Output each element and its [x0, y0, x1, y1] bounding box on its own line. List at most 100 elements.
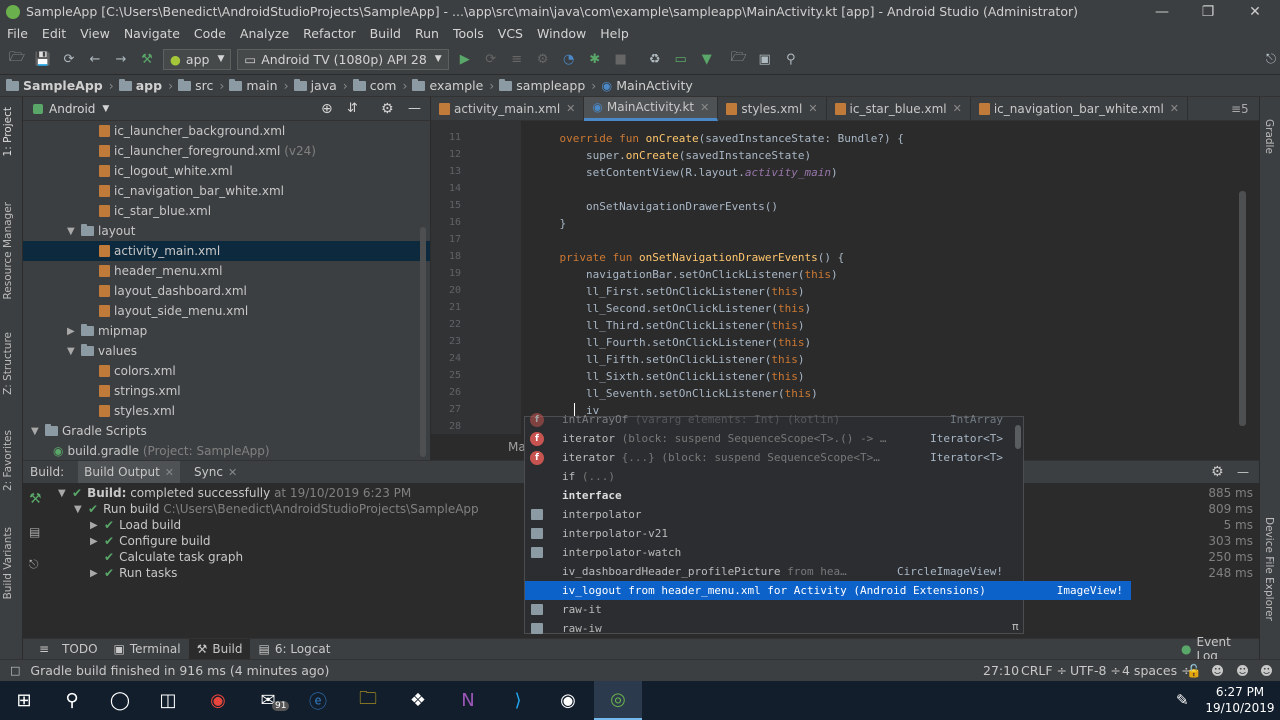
menu-build[interactable]: Build	[363, 26, 408, 41]
lock-icon[interactable]: 🔓	[1186, 663, 1202, 679]
project-tree-item[interactable]: strings.xml	[23, 381, 430, 401]
avd-manager-icon[interactable]: ▭	[670, 48, 692, 70]
completion-item[interactable]: raw-iw	[525, 619, 1023, 638]
hide-icon[interactable]: —	[408, 101, 421, 116]
completion-item[interactable]: interpolator-watch	[525, 543, 1023, 562]
project-tree-item[interactable]: ▶ mipmap	[23, 321, 430, 341]
build-status-row[interactable]: ▼ ✔ Build: completed successfully at 19/1…	[58, 485, 411, 501]
build-step-row[interactable]: ✔ Calculate task graph	[104, 549, 243, 565]
scrollbar[interactable]	[1239, 191, 1246, 426]
windows-start-icon[interactable]: ⊞	[0, 681, 48, 720]
apply-code-icon[interactable]: ≡	[506, 48, 528, 70]
build-variants-pin-icon[interactable]: ⎋	[1260, 48, 1280, 70]
project-tree-item[interactable]: styles.xml	[23, 401, 430, 421]
tab-list-icon[interactable]: ≡5	[1231, 102, 1249, 116]
tab-build-variants[interactable]: Build Variants	[2, 527, 14, 599]
profile-icon[interactable]: ◔	[558, 48, 580, 70]
menu-vcs[interactable]: VCS	[491, 26, 530, 41]
completion-item[interactable]: iv_dashboardHeader_profilePicture from h…	[525, 562, 1023, 581]
project-tree-item[interactable]: ic_star_blue.xml	[23, 201, 430, 221]
breadcrumb-item[interactable]: app	[118, 78, 162, 93]
hide-icon[interactable]: —	[1237, 465, 1249, 479]
code-line[interactable]: navigationBar.setOnClickListener(this)	[533, 268, 838, 281]
make-hammer-icon[interactable]: ⚒	[136, 48, 158, 70]
module-selector[interactable]: ● app ▼	[163, 48, 232, 70]
project-structure-icon[interactable]: 🗁	[728, 48, 750, 70]
tab-project[interactable]: 1: Project	[2, 107, 14, 156]
file-explorer-icon[interactable]: 🗀	[344, 681, 392, 720]
menu-edit[interactable]: Edit	[35, 26, 73, 41]
chevron-down-icon[interactable]: ▼	[67, 226, 81, 237]
breadcrumb-item[interactable]: example	[412, 78, 483, 93]
project-tree-item[interactable]: ◉ build.gradle (Project: SampleApp)	[23, 441, 430, 461]
close-icon[interactable]: ✕	[228, 466, 237, 479]
chevron-down-icon[interactable]: ▼	[67, 346, 81, 357]
github-icon[interactable]: ◉	[544, 681, 592, 720]
caret-position[interactable]: 27:10	[983, 663, 1019, 678]
menu-refactor[interactable]: Refactor	[296, 26, 362, 41]
chrome-icon[interactable]: ◉	[194, 681, 242, 720]
inspector-icon[interactable]: ☻	[1211, 663, 1224, 678]
search-icon[interactable]: ⚲	[780, 48, 802, 70]
line-separator[interactable]: CRLF ÷	[1021, 663, 1067, 678]
pen-icon[interactable]: ✎	[1176, 691, 1189, 709]
locate-icon[interactable]: ⊕	[321, 101, 333, 117]
gear-icon[interactable]: ⚙	[1211, 464, 1224, 480]
completion-item[interactable]: raw-it	[525, 600, 1023, 619]
status-message[interactable]: Gradle build finished in 916 ms (4 minut…	[30, 663, 329, 678]
code-line[interactable]: private fun onSetNavigationDrawerEvents(…	[533, 251, 845, 264]
tab-mainactivity[interactable]: ◉ MainActivity.kt ✕	[584, 96, 719, 121]
sdk-manager-icon[interactable]: ▼	[696, 48, 718, 70]
project-tree-item[interactable]: ic_navigation_bar_white.xml	[23, 181, 430, 201]
save-icon[interactable]: 💾	[32, 48, 54, 70]
code-line[interactable]: ll_Second.setOnClickListener(this)	[533, 302, 811, 315]
run-build-row[interactable]: ▼ ✔ Run build C:\Users\Benedict\AndroidSt…	[74, 501, 479, 517]
project-tree-item[interactable]: activity_main.xml	[23, 241, 430, 261]
menu-run[interactable]: Run	[408, 26, 446, 41]
close-icon[interactable]: ✕	[566, 102, 575, 115]
debug-icon[interactable]: ⚙	[532, 48, 554, 70]
hector-icon[interactable]: ☻	[1236, 663, 1249, 678]
close-icon[interactable]: ✕	[700, 101, 709, 114]
task-view-icon[interactable]: ◫	[144, 681, 192, 720]
edge-icon[interactable]: ⓔ	[294, 681, 342, 720]
code-line[interactable]: ll_Fifth.setOnClickListener(this)	[533, 353, 805, 366]
build-step-row[interactable]: ▶ ✔ Load build	[90, 517, 181, 533]
build-step-row[interactable]: ▶ ✔ Run tasks	[90, 565, 177, 581]
cortana-icon[interactable]: ◯	[96, 681, 144, 720]
status-panel-icon[interactable]: □	[10, 664, 20, 677]
rebuild-hammer-icon[interactable]: ⚒	[29, 491, 42, 507]
minimize-button[interactable]: —	[1139, 0, 1185, 23]
completion-item[interactable]: f iterator {...} (block: suspend Sequence…	[525, 448, 1023, 467]
breadcrumb-item[interactable]: sampleapp	[499, 78, 585, 93]
event-log-button[interactable]: ● Event Log	[1173, 635, 1259, 663]
tab-device-file-explorer[interactable]: Device File Explorer	[1263, 517, 1275, 621]
back-icon[interactable]: ←	[84, 48, 106, 70]
forward-icon[interactable]: →	[110, 48, 132, 70]
tab-logcat[interactable]: ▤ 6: Logcat	[250, 639, 338, 660]
project-view-selector[interactable]: Android	[49, 102, 95, 116]
close-icon[interactable]: ✕	[165, 466, 174, 479]
feedback-icon[interactable]: ☻	[1260, 663, 1273, 678]
close-icon[interactable]: ✕	[1170, 102, 1179, 115]
completion-item[interactable]: f intArrayOf (vararg elements: Int) (kotl…	[525, 410, 1023, 429]
indent-setting[interactable]: 4 spaces ÷	[1122, 663, 1192, 678]
project-tree-item[interactable]: ic_launcher_foreground.xml (v24)	[23, 141, 430, 161]
completion-item[interactable]: f iterator (block: suspend SequenceScope<…	[525, 429, 1023, 448]
menu-navigate[interactable]: Navigate	[117, 26, 187, 41]
scrollbar[interactable]	[1015, 425, 1021, 449]
expand-icon[interactable]: ▶	[90, 536, 104, 547]
code-line[interactable]: override fun onCreate(savedInstanceState…	[533, 132, 904, 145]
attach-debugger-icon[interactable]: ✱	[584, 48, 606, 70]
tab-structure[interactable]: Z: Structure	[2, 332, 14, 395]
expand-icon[interactable]: ▶	[90, 520, 104, 531]
dropbox-icon[interactable]: ❖	[394, 681, 442, 720]
code-line[interactable]: ll_Fourth.setOnClickListener(this)	[533, 336, 811, 349]
search-icon[interactable]: ⚲	[48, 681, 96, 720]
tab-todo[interactable]: ≡ TODO	[23, 639, 106, 660]
menu-view[interactable]: View	[73, 26, 117, 41]
code-line[interactable]: setContentView(R.layout.activity_main)	[533, 166, 838, 179]
menu-code[interactable]: Code	[187, 26, 233, 41]
menu-window[interactable]: Window	[530, 26, 593, 41]
expand-icon[interactable]: ▼	[58, 488, 72, 499]
